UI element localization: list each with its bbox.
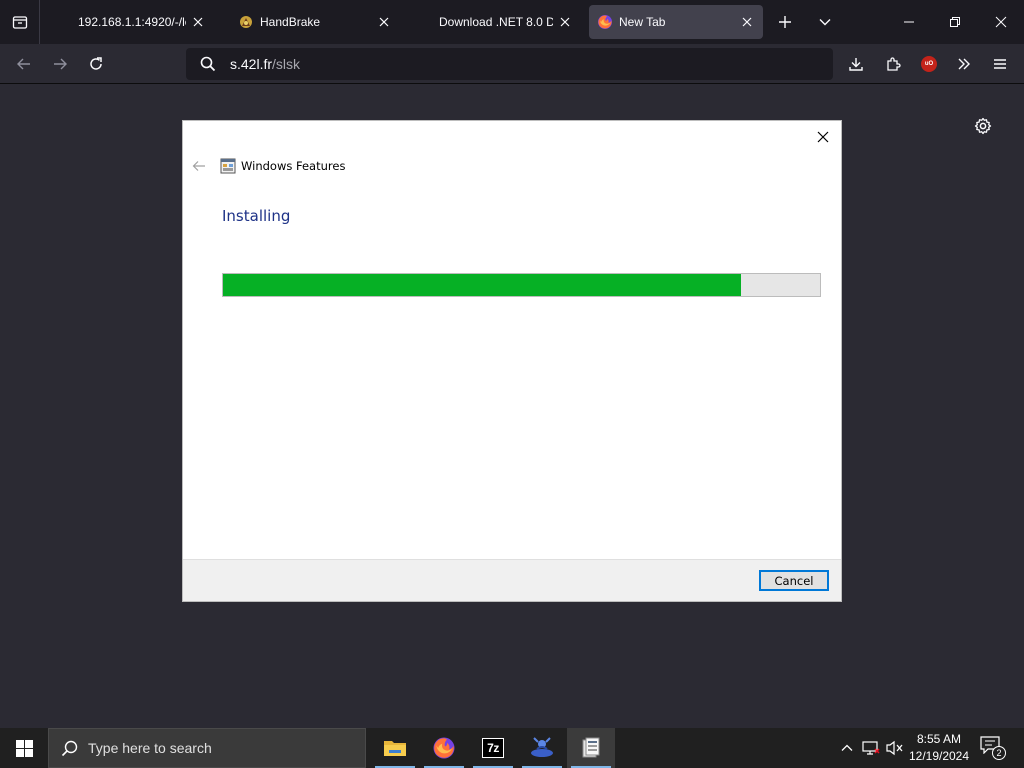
firefox-view-button[interactable]: [0, 0, 40, 44]
dialog-footer: Cancel: [183, 559, 841, 601]
taskbar-app-windows-features[interactable]: [567, 728, 615, 768]
7-zip-icon-label: 7z: [487, 741, 499, 755]
taskbar-app-genie[interactable]: [518, 728, 566, 768]
search-placeholder: Type here to search: [88, 740, 212, 756]
close-icon: [817, 131, 829, 143]
handbrake-icon: [240, 16, 252, 28]
dialog-back-button[interactable]: [191, 158, 207, 174]
close-icon: [379, 17, 389, 27]
7-zip-icon: 7z: [482, 738, 504, 758]
notification-count-badge: 2: [992, 746, 1006, 760]
windows-features-icon: [582, 737, 600, 758]
arrow-left-icon: [192, 161, 205, 171]
firefox-icon: [598, 15, 612, 29]
arrow-right-icon: [54, 58, 67, 70]
action-center-button[interactable]: 2: [980, 736, 1006, 760]
progress-fill: [223, 274, 741, 296]
system-clock[interactable]: 8:55 AM 12/19/2024: [905, 731, 973, 765]
folder-icon: [384, 741, 406, 756]
windows-logo-icon: [15, 739, 33, 757]
taskbar-app-7-zip[interactable]: 7z: [469, 728, 517, 768]
tab-title: Download .NET 8.0 Des: [439, 15, 553, 29]
firefox-icon: [433, 737, 455, 759]
clock-date: 12/19/2024: [908, 749, 970, 763]
url-host: s.42l.fr: [230, 56, 273, 72]
search-icon: [200, 56, 216, 72]
windows-features-dialog: Windows Features Installing Cancel: [183, 121, 841, 601]
search-icon: [61, 740, 78, 756]
cancel-button[interactable]: Cancel: [759, 570, 829, 591]
taskbar-search-box[interactable]: Type here to search: [48, 728, 366, 768]
tab-close-button[interactable]: [739, 14, 755, 30]
overflow-icon: [958, 58, 970, 70]
back-button[interactable]: [8, 48, 40, 80]
restore-icon: [950, 17, 960, 27]
download-icon: [849, 58, 863, 71]
network-icon: [862, 741, 880, 755]
tab-strip: 192.168.1.1:4920/-/leas HandBrake Downlo…: [0, 0, 1024, 44]
volume-button[interactable]: [885, 738, 905, 758]
install-progress-bar: [222, 273, 821, 297]
gear-icon: [974, 117, 992, 135]
extensions-button[interactable]: [877, 48, 909, 80]
firefox-view-icon: [12, 16, 27, 29]
show-hidden-icons-button[interactable]: [837, 738, 857, 758]
plus-icon: [779, 16, 791, 28]
chevron-down-icon: [819, 19, 831, 26]
tab-handbrake[interactable]: HandBrake: [230, 5, 400, 39]
tab-dotnet[interactable]: Download .NET 8.0 Des: [431, 5, 581, 39]
close-icon: [193, 17, 203, 27]
tab-close-button[interactable]: [557, 14, 573, 30]
close-window-button[interactable]: [987, 8, 1015, 36]
tab-router[interactable]: 192.168.1.1:4920/-/leas: [70, 5, 214, 39]
close-icon: [995, 16, 1007, 28]
reload-button[interactable]: [80, 48, 112, 80]
tab-title: New Tab: [619, 15, 666, 29]
app-menu-button[interactable]: [984, 48, 1016, 80]
dialog-title: Windows Features: [241, 159, 346, 173]
restore-button[interactable]: [941, 8, 969, 36]
downloads-button[interactable]: [840, 48, 872, 80]
tab-title: 192.168.1.1:4920/-/leas: [78, 15, 186, 29]
reload-icon: [90, 57, 102, 70]
dialog-heading: Installing: [222, 207, 291, 225]
overflow-menu-button[interactable]: [948, 48, 980, 80]
taskbar: Type here to search 7z 8:55 AM 12/19/202…: [0, 728, 1024, 768]
windows-features-icon: [220, 158, 236, 174]
network-button[interactable]: [861, 738, 881, 758]
taskbar-app-file-explorer[interactable]: [371, 728, 419, 768]
list-all-tabs-button[interactable]: [811, 8, 839, 36]
new-tab-settings-button[interactable]: [970, 113, 996, 139]
extensions-icon: [887, 57, 901, 71]
minimize-icon: [904, 21, 914, 23]
tab-close-button[interactable]: [376, 14, 392, 30]
close-icon: [560, 17, 570, 27]
tab-close-button[interactable]: [190, 14, 206, 30]
minimize-button[interactable]: [895, 8, 923, 36]
start-button[interactable]: [0, 728, 48, 768]
url-path: /slsk: [272, 56, 301, 72]
close-icon: [742, 17, 752, 27]
arrow-left-icon: [17, 58, 30, 70]
taskbar-app-firefox[interactable]: [420, 728, 468, 768]
menu-icon: [994, 59, 1006, 69]
navigation-toolbar: s.42l.fr/slsk uO: [0, 44, 1024, 84]
clock-time: 8:55 AM: [916, 732, 962, 746]
url-bar[interactable]: s.42l.fr/slsk: [186, 48, 833, 80]
genie-icon: [531, 737, 553, 757]
url-text[interactable]: s.42l.fr/slsk: [230, 56, 300, 72]
ublock-icon: uO: [921, 56, 937, 72]
new-tab-button[interactable]: [771, 8, 799, 36]
tab-title: HandBrake: [260, 15, 321, 29]
dialog-close-button[interactable]: [811, 125, 835, 149]
tab-new-tab[interactable]: New Tab: [589, 5, 763, 39]
forward-button[interactable]: [44, 48, 76, 80]
chevron-up-icon: [841, 744, 853, 751]
ublock-button[interactable]: uO: [913, 48, 945, 80]
volume-muted-icon: [886, 740, 903, 756]
